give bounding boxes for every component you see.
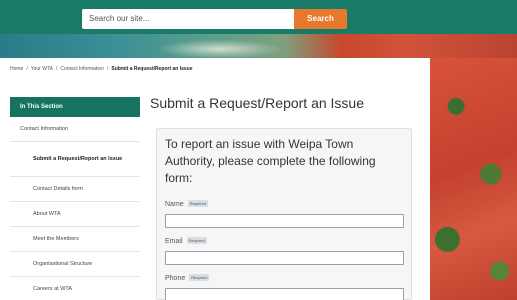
sidebar-nav: Contact Information Submit a Request/Rep… (10, 117, 140, 300)
breadcrumb-separator: / (55, 66, 58, 72)
phone-label: Phone Required (165, 274, 210, 282)
breadcrumb-separator: / (107, 66, 109, 72)
name-field[interactable] (165, 214, 404, 228)
email-field[interactable] (165, 251, 404, 265)
sidebar-item-organisational-structure[interactable]: Organisational Structure (10, 252, 140, 277)
sidebar-item-about-wta[interactable]: About WTA (10, 202, 140, 227)
sidebar-heading: In This Section (10, 97, 140, 117)
breadcrumb-contact-information[interactable]: Contact Information (60, 66, 104, 72)
sidebar-item-meet-the-members[interactable]: Meet the Members (10, 227, 140, 252)
phone-field[interactable] (165, 288, 404, 300)
sidebar-item-contact-information[interactable]: Contact Information (10, 117, 140, 142)
search-button[interactable]: Search (294, 9, 347, 29)
required-badge: Required (187, 200, 208, 207)
form-intro: To report an issue with Weipa Town Autho… (165, 137, 376, 185)
sidebar-item-submit-request[interactable]: Submit a Request/Report an Issue (10, 142, 140, 177)
email-label: Email Required (165, 237, 207, 245)
name-label: Name Required (165, 200, 208, 208)
hero-image (0, 34, 517, 58)
sidebar-item-careers-at-wta[interactable]: Careers at WTA (10, 277, 140, 300)
breadcrumb-your-wta[interactable]: Your WTA (31, 66, 53, 72)
breadcrumb-separator: / (26, 66, 28, 72)
phone-label-text: Phone (165, 275, 186, 282)
breadcrumb-current: Submit a Request/Report an Issue (111, 66, 193, 72)
required-badge: Required (189, 274, 210, 281)
name-label-text: Name (165, 201, 184, 208)
search-input[interactable]: Search our site... (82, 9, 294, 29)
breadcrumb-home[interactable]: Home (10, 66, 23, 72)
page-title: Submit a Request/Report an Issue (150, 95, 365, 111)
aerial-image (430, 58, 517, 300)
sidebar-item-contact-details-form[interactable]: Contact Details form (10, 177, 140, 202)
breadcrumb: Home / Your WTA / Contact Information / Submit… (10, 66, 196, 72)
required-badge: Required (186, 237, 207, 244)
email-label-text: Email (165, 238, 183, 245)
